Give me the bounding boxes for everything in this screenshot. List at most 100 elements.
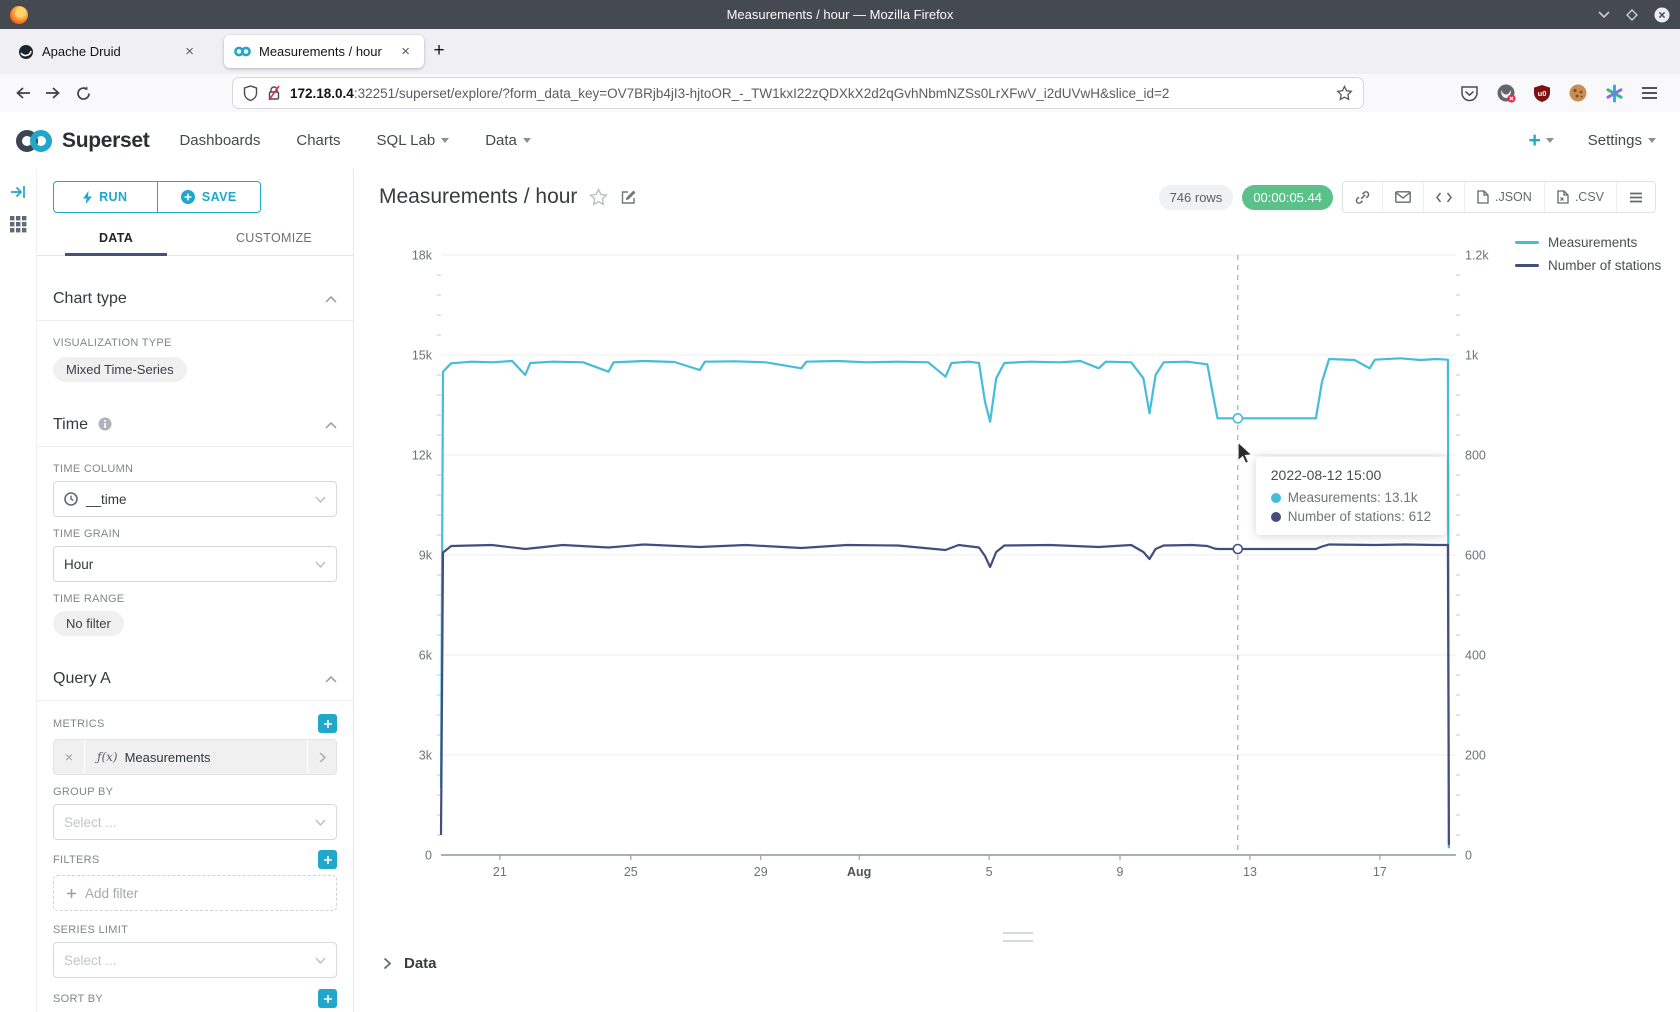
- chart-menu-button[interactable]: [1616, 182, 1655, 212]
- envelope-icon: [1395, 191, 1411, 203]
- expand-panel-icon[interactable]: [9, 183, 27, 201]
- legend-swatch: [1515, 241, 1539, 244]
- viz-type-label: VISUALIZATION TYPE: [53, 337, 172, 349]
- favorite-star-icon[interactable]: [589, 188, 608, 206]
- resize-grip[interactable]: [1003, 932, 1033, 942]
- chart-legend: Measurements Number of stations: [1515, 235, 1661, 281]
- save-button[interactable]: SAVE: [157, 181, 262, 213]
- data-section-label: Data: [404, 955, 437, 972]
- chevron-up-icon: [325, 296, 337, 303]
- browser-window: Measurements / hour — Mozilla Firefox Ap…: [0, 0, 1680, 1012]
- legend-label: Measurements: [1548, 235, 1637, 250]
- back-button[interactable]: [8, 79, 38, 107]
- data-section-toggle[interactable]: Data: [383, 955, 437, 972]
- superset-infinity-icon: [14, 129, 54, 153]
- nav-charts[interactable]: Charts: [296, 132, 340, 149]
- nav-settings[interactable]: Settings: [1588, 132, 1656, 149]
- pocket-icon[interactable]: [1460, 85, 1479, 102]
- viz-type-value[interactable]: Mixed Time-Series: [53, 357, 187, 382]
- time-column-label: TIME COLUMN: [53, 463, 133, 475]
- dataset-grid-icon[interactable]: [9, 215, 27, 233]
- insecure-lock-icon[interactable]: [267, 85, 281, 101]
- superset-favicon: [234, 46, 251, 57]
- add-filter-button[interactable]: [318, 850, 337, 869]
- container-mask-icon[interactable]: [1496, 83, 1516, 103]
- run-button[interactable]: RUN: [53, 181, 157, 213]
- window-titlebar: Measurements / hour — Mozilla Firefox: [0, 0, 1680, 29]
- new-chart-button[interactable]: +: [1529, 129, 1554, 153]
- section-query-a[interactable]: Query A: [53, 670, 337, 688]
- cookie-icon[interactable]: [1568, 83, 1588, 103]
- plus-icon: +: [1529, 129, 1541, 153]
- tab-data[interactable]: DATA: [37, 223, 195, 255]
- nav-sql-lab-label: SQL Lab: [377, 132, 436, 149]
- remove-metric-icon[interactable]: ×: [54, 740, 85, 774]
- copy-link-button[interactable]: [1343, 182, 1382, 212]
- time-column-select[interactable]: __time: [53, 481, 337, 517]
- add-filter-dropzone[interactable]: Add filter: [53, 875, 337, 911]
- nav-sql-lab[interactable]: SQL Lab: [377, 132, 450, 149]
- url-path: :32251/superset/explore/?form_data_key=O…: [354, 86, 1170, 101]
- add-sort-metric-button[interactable]: [318, 989, 337, 1008]
- superset-logo[interactable]: Superset: [14, 129, 149, 153]
- chart-panel: Measurements / hour 746 rows 00:00:05.44…: [355, 169, 1680, 1012]
- svg-text:u0: u0: [1538, 89, 1547, 98]
- legend-item-measurements[interactable]: Measurements: [1515, 235, 1661, 250]
- svg-text:0: 0: [425, 849, 432, 863]
- chevron-down-icon: [315, 496, 326, 503]
- svg-text:5: 5: [986, 865, 993, 879]
- window-minimize-icon[interactable]: [1598, 11, 1610, 19]
- new-tab-button[interactable]: +: [425, 37, 453, 65]
- url-bar[interactable]: 172.18.0.4:32251/superset/explore/?form_…: [233, 78, 1363, 108]
- save-label: SAVE: [202, 190, 237, 204]
- chevron-up-icon: [325, 422, 337, 429]
- reload-button[interactable]: [68, 79, 98, 107]
- export-json-button[interactable]: .JSON: [1464, 182, 1544, 212]
- url-text[interactable]: 172.18.0.4:32251/superset/explore/?form_…: [290, 86, 1327, 101]
- tab-measurements-hour[interactable]: Measurements / hour ×: [224, 35, 424, 68]
- time-range-value[interactable]: No filter: [53, 611, 124, 636]
- export-csv-button[interactable]: .CSV: [1544, 182, 1616, 212]
- chart-canvas[interactable]: 18k1.2k15k1k12k8009k6006k4003k2000021252…: [355, 215, 1680, 887]
- time-grain-select[interactable]: Hour: [53, 546, 337, 582]
- window-maximize-icon[interactable]: [1626, 9, 1638, 21]
- asterisk-extension-icon[interactable]: [1605, 84, 1624, 103]
- legend-item-stations[interactable]: Number of stations: [1515, 258, 1661, 273]
- chevron-right-icon[interactable]: [307, 740, 336, 774]
- menu-bars-icon: [1629, 192, 1643, 203]
- tab-customize[interactable]: CUSTOMIZE: [195, 223, 353, 255]
- superset-navbar: Superset Dashboards Charts SQL Lab Data …: [0, 112, 1680, 170]
- legend-label: Number of stations: [1548, 258, 1661, 273]
- embed-email-button[interactable]: [1382, 182, 1423, 212]
- svg-text:13: 13: [1243, 865, 1257, 879]
- section-chart-type[interactable]: Chart type: [53, 290, 337, 308]
- chevron-right-icon: [383, 957, 392, 970]
- section-time[interactable]: Time: [53, 416, 337, 434]
- file-csv-icon: [1557, 190, 1569, 204]
- window-title: Measurements / hour — Mozilla Firefox: [0, 7, 1680, 22]
- druid-favicon: [18, 44, 34, 60]
- window-close-icon[interactable]: [1654, 7, 1670, 23]
- metric-token[interactable]: × ƒ(x) Measurements: [53, 739, 337, 775]
- chevron-down-icon: [1546, 138, 1554, 143]
- tab-apache-druid[interactable]: Apache Druid ×: [8, 35, 208, 68]
- bookmark-star-icon[interactable]: [1336, 85, 1353, 101]
- mixed-timeseries-chart[interactable]: 18k1.2k15k1k12k8009k6006k4003k2000021252…: [355, 215, 1680, 887]
- shield-icon[interactable]: [243, 85, 258, 102]
- json-label: .JSON: [1495, 190, 1532, 204]
- ublock-origin-icon[interactable]: u0: [1533, 84, 1551, 103]
- section-title: Chart type: [53, 290, 127, 308]
- tooltip-row: Number of stations: 612: [1271, 509, 1431, 524]
- series-limit-select[interactable]: Select ...: [53, 942, 337, 978]
- add-metric-button[interactable]: [318, 714, 337, 733]
- edit-icon[interactable]: [620, 189, 637, 206]
- nav-dashboards[interactable]: Dashboards: [179, 132, 260, 149]
- nav-data[interactable]: Data: [485, 132, 531, 149]
- forward-button[interactable]: [38, 79, 68, 107]
- time-grain-value: Hour: [64, 557, 307, 572]
- menu-hamburger-icon[interactable]: [1641, 86, 1658, 100]
- group-by-select[interactable]: Select ...: [53, 804, 337, 840]
- tab-close-icon[interactable]: ×: [181, 42, 198, 61]
- view-query-button[interactable]: [1423, 182, 1464, 212]
- tab-close-icon[interactable]: ×: [397, 42, 414, 61]
